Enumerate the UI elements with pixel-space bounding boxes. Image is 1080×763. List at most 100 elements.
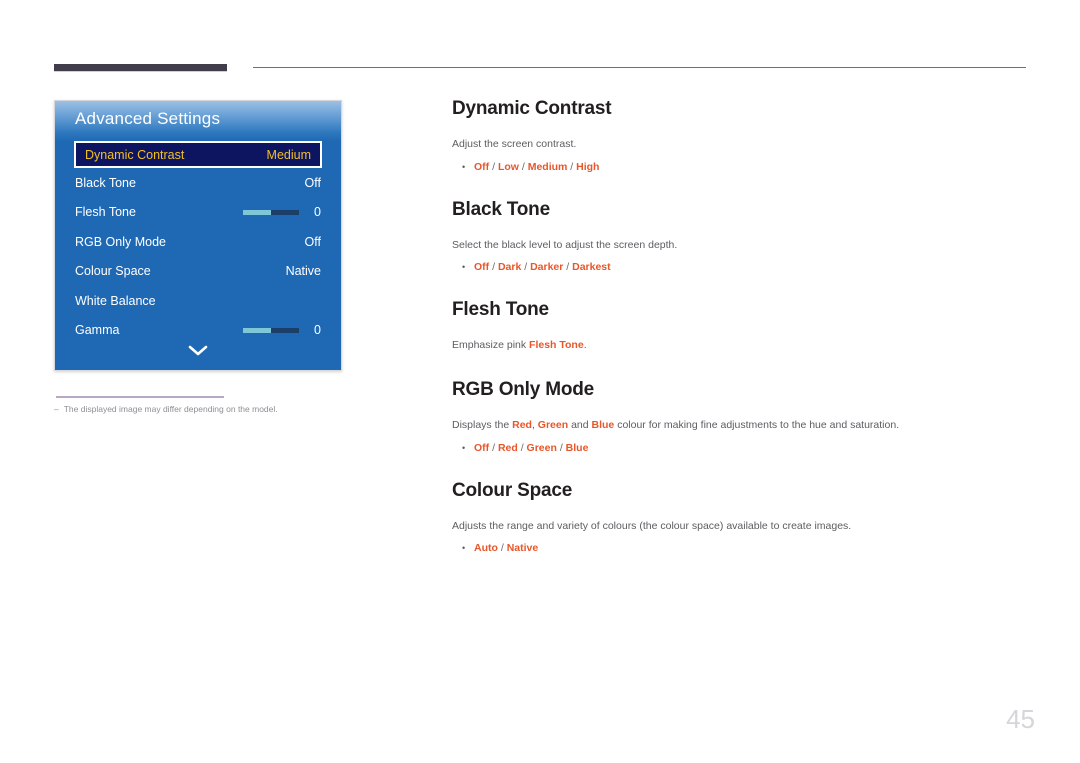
section-title: Flesh Tone [452, 299, 549, 321]
option-separator: / [489, 261, 498, 274]
section-option: Dark [497, 261, 522, 274]
osd-row-label: RGB Only Mode [75, 234, 167, 249]
osd-slider-fill [243, 327, 271, 333]
section-options: • Auto / Native [452, 542, 1032, 554]
osd-row-value: Native [286, 264, 321, 278]
footnote-dash: ‒ [54, 404, 59, 414]
section-option-list: Off / Low / Medium / High [474, 161, 599, 173]
bullet-icon: • [462, 442, 466, 453]
section-description-text: Select the black level to adjust the scr… [452, 238, 678, 251]
option-separator: / [521, 261, 531, 274]
osd-slider[interactable] [243, 209, 299, 215]
osd-value-text: Medium [266, 147, 311, 162]
section-option-list: Auto / Native [474, 542, 538, 554]
section-option: Off [474, 160, 490, 173]
option-separator: / [517, 441, 527, 454]
section-description-text: Adjusts the range and variety of colours… [452, 519, 852, 532]
section-option: Off [474, 441, 490, 454]
section-rgb-only-mode: RGB Only Mode Displays the Red, Green and… [452, 379, 1032, 454]
section-option: Auto [474, 542, 498, 555]
osd-row-black-tone[interactable]: Black Tone Off [75, 168, 321, 198]
option-separator: / [556, 441, 566, 454]
section-description-highlight: Flesh Tone [529, 339, 584, 352]
osd-row-label: White Balance [75, 293, 156, 308]
option-separator: / [518, 160, 528, 173]
section-dynamic-contrast: Dynamic Contrast Adjust the screen contra… [452, 98, 1032, 173]
section-option: Red [497, 441, 518, 454]
section-title: Colour Space [452, 479, 573, 501]
osd-row-value: Medium [267, 148, 311, 162]
section-title: Dynamic Contrast [452, 98, 612, 119]
section-title: RGB Only Mode [452, 379, 595, 401]
osd-row-label: Gamma [75, 323, 120, 338]
section-option: Green [526, 441, 557, 454]
osd-row-gamma[interactable]: Gamma 0 [75, 316, 321, 346]
section-description: Adjust the screen contrast. [452, 137, 1032, 152]
option-separator: / [489, 441, 498, 454]
section-option: Blue [565, 441, 589, 454]
section-option-list: Off / Dark / Darker / Darkest [474, 261, 611, 273]
chevron-down-icon [188, 345, 208, 356]
option-separator: / [567, 160, 577, 173]
section-black-tone: Black Tone Select the black level to adju… [452, 199, 1032, 274]
osd-value-text: Native [285, 264, 321, 279]
section-option: High [576, 160, 600, 173]
section-option: Darkest [572, 261, 611, 274]
osd-row-rgb-only-mode[interactable]: RGB Only Mode Off [75, 227, 321, 257]
osd-row-label: Colour Space [75, 264, 151, 279]
osd-slider-value: 0 [314, 205, 321, 220]
osd-slider-fill [243, 209, 271, 215]
bullet-icon: • [462, 543, 466, 554]
section-description: Select the black level to adjust the scr… [452, 238, 1032, 253]
osd-row-label: Black Tone [75, 175, 136, 190]
section-option-list: Off / Red / Green / Blue [474, 442, 588, 454]
section-options: • Off / Dark / Darker / Darkest [452, 261, 1032, 273]
section-description-text: . [583, 339, 587, 352]
section-description-text: Adjust the screen contrast. [452, 138, 577, 150]
bullet-icon: • [462, 262, 466, 273]
section-description-highlight: Red [512, 419, 532, 432]
section-description: Emphasize pink Flesh Tone. [452, 338, 1032, 353]
osd-title: Advanced Settings [75, 109, 221, 128]
osd-row-value: 0 [243, 323, 321, 337]
osd-row-value: Off [305, 235, 321, 249]
section-options: • Off / Red / Green / Blue [452, 442, 1032, 454]
header-rule-line [253, 67, 1026, 68]
osd-row-list: Dynamic Contrast Medium Black Tone Off Flesh… [55, 141, 341, 345]
section-colour-space: Colour Space Adjusts the range and variet… [452, 480, 1032, 555]
option-separator: / [497, 542, 507, 555]
section-option: Medium [527, 160, 568, 173]
osd-slider-value: 0 [314, 323, 321, 338]
footnote-divider [56, 396, 224, 398]
section-description: Displays the Red, Green and Blue colour … [452, 418, 1032, 433]
osd-row-label: Dynamic Contrast [85, 147, 185, 162]
osd-row-dynamic-contrast[interactable]: Dynamic Contrast Medium [74, 141, 322, 168]
section-title: Black Tone [452, 198, 550, 220]
footnote-text: The displayed image may differ depending… [63, 404, 278, 414]
osd-row-colour-space[interactable]: Colour Space Native [75, 257, 321, 287]
section-description-text: colour for making fine adjustments to th… [614, 419, 900, 432]
page-number: 45 [1006, 704, 1035, 734]
section-options: • Off / Low / Medium / High [452, 161, 1032, 173]
section-flesh-tone: Flesh Tone Emphasize pink Flesh Tone. [452, 299, 1032, 353]
content-sections: Dynamic Contrast Adjust the screen contra… [452, 98, 1032, 554]
section-option: Low [497, 160, 519, 173]
osd-scroll-down-button[interactable] [55, 344, 341, 364]
section-description-text: and [568, 419, 592, 432]
section-description-highlight: Blue [591, 419, 615, 432]
header-rule-accent [54, 64, 227, 71]
osd-row-flesh-tone[interactable]: Flesh Tone 0 [75, 198, 321, 228]
osd-row-white-balance[interactable]: White Balance [75, 286, 321, 316]
section-description-text: Emphasize pink [452, 339, 530, 352]
section-description-text: Displays the [452, 419, 513, 432]
section-description-highlight: Green [537, 419, 569, 432]
osd-value-text: Off [304, 234, 321, 249]
option-separator: / [489, 160, 498, 173]
footnote: ‒ The displayed image may differ dependi… [54, 404, 354, 414]
osd-row-value: Off [305, 176, 321, 190]
osd-row-value: 0 [243, 205, 321, 219]
section-option: Native [506, 542, 539, 555]
osd-slider[interactable] [243, 327, 299, 333]
osd-value-text: Off [304, 175, 321, 190]
osd-row-label: Flesh Tone [75, 205, 136, 220]
